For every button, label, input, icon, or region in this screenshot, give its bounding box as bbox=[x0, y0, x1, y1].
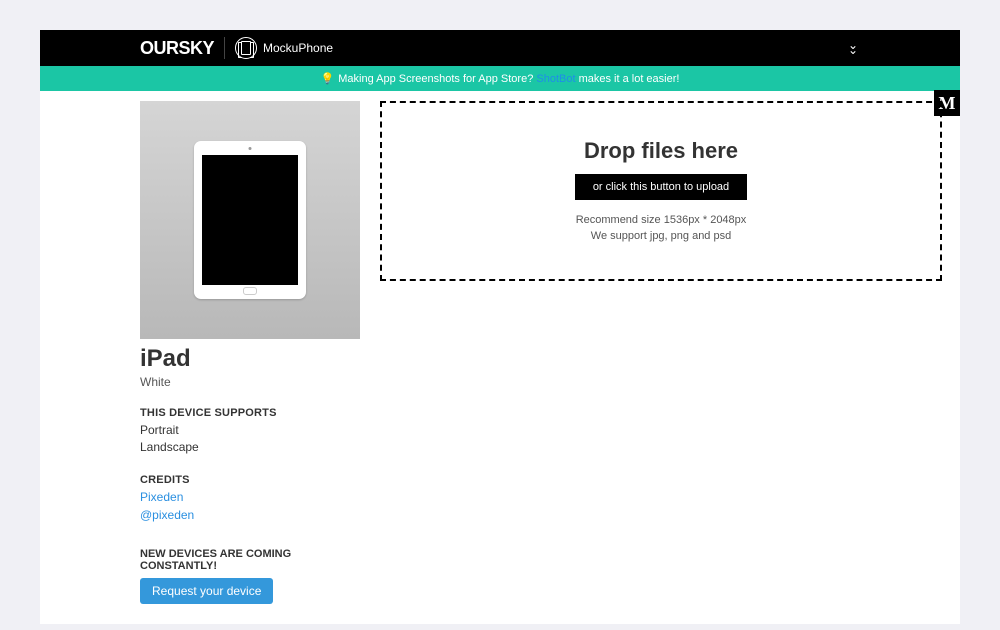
banner-prefix: Making App Screenshots for App Store? bbox=[338, 73, 536, 85]
header-bar: OURSKY MockuPhone ⌄⌄ bbox=[40, 30, 960, 66]
brand-mockuphone[interactable]: MockuPhone bbox=[235, 37, 333, 59]
brand-divider bbox=[224, 37, 225, 59]
bulb-icon: 💡 bbox=[321, 73, 335, 85]
upload-button[interactable]: or click this button to upload bbox=[575, 174, 747, 200]
device-color: White bbox=[140, 375, 360, 389]
banner-link[interactable]: ShotBot bbox=[536, 73, 575, 85]
brand-group: OURSKY MockuPhone bbox=[140, 37, 333, 59]
dropzone-meta: Recommend size 1536px * 2048px We suppor… bbox=[576, 212, 747, 245]
device-preview bbox=[140, 101, 360, 339]
expand-chevrons-icon[interactable]: ⌄⌄ bbox=[848, 43, 858, 53]
ipad-screen bbox=[202, 155, 298, 285]
promo-banner: 💡Making App Screenshots for App Store? S… bbox=[40, 66, 960, 91]
device-title: iPad bbox=[140, 345, 360, 373]
brand-oursky[interactable]: OURSKY bbox=[140, 38, 214, 59]
support-item: Portrait bbox=[140, 422, 360, 439]
dropzone[interactable]: Drop files here or click this button to … bbox=[380, 101, 942, 281]
upload-panel: Drop files here or click this button to … bbox=[380, 101, 942, 604]
dropzone-title: Drop files here bbox=[584, 138, 738, 164]
request-device-button[interactable]: Request your device bbox=[140, 578, 273, 604]
new-devices-heading: NEW DEVICES ARE COMING CONSTANTLY! bbox=[140, 548, 360, 572]
credit-link[interactable]: Pixeden bbox=[140, 489, 360, 506]
device-panel: iPad White THIS DEVICE SUPPORTS Portrait… bbox=[140, 101, 360, 604]
credit-link[interactable]: @pixeden bbox=[140, 507, 360, 524]
supports-heading: THIS DEVICE SUPPORTS bbox=[140, 407, 360, 419]
support-item: Landscape bbox=[140, 439, 360, 456]
phone-icon bbox=[235, 37, 257, 59]
recommend-size: Recommend size 1536px * 2048px bbox=[576, 212, 747, 229]
credits-heading: CREDITS bbox=[140, 474, 360, 486]
supports-list: Portrait Landscape bbox=[140, 422, 360, 456]
brand-sub-label: MockuPhone bbox=[263, 41, 333, 55]
supported-formats: We support jpg, png and psd bbox=[576, 228, 747, 245]
ipad-mockup bbox=[194, 141, 306, 299]
banner-suffix: makes it a lot easier! bbox=[576, 73, 680, 85]
